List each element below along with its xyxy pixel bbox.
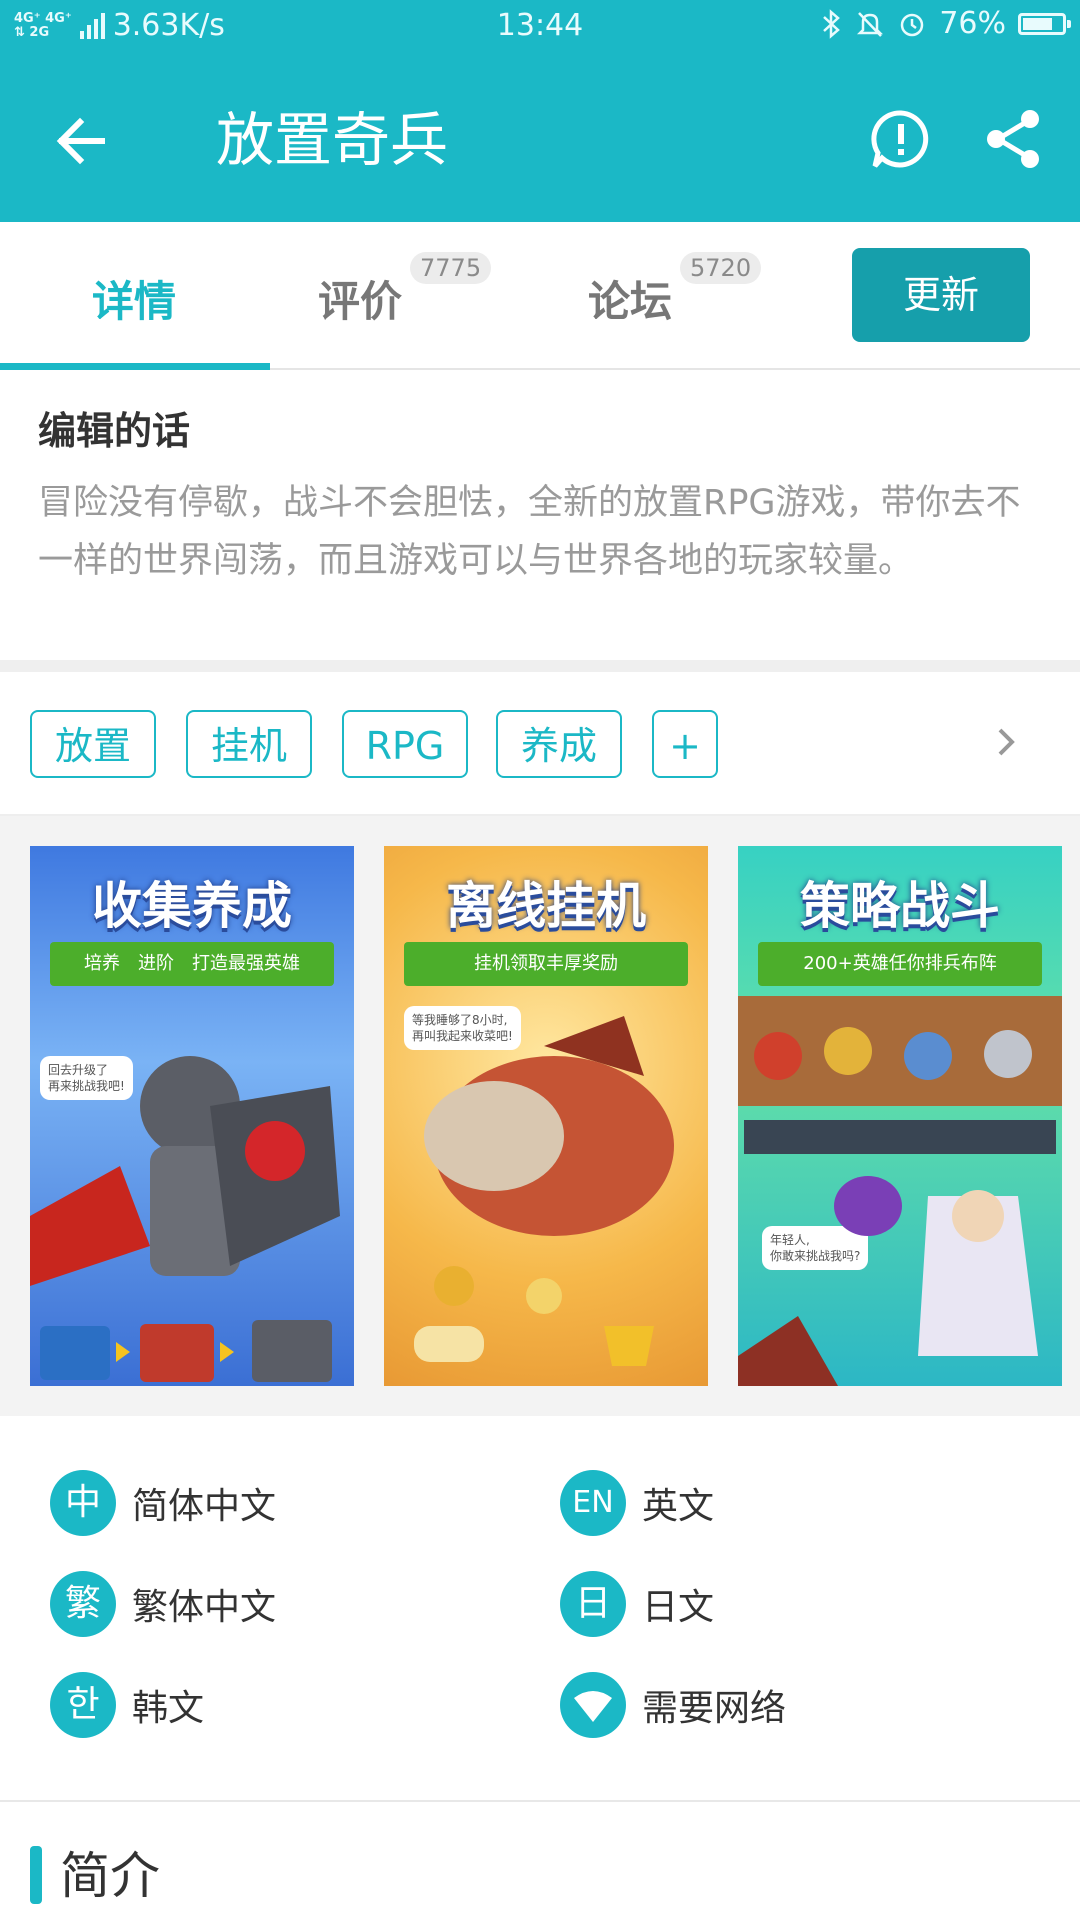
requires-network-label: 需要网络 xyxy=(642,1688,787,1729)
tab-reviews[interactable]: 评价7775 xyxy=(318,252,492,329)
report-icon xyxy=(871,110,929,168)
tab-reviews-label: 评价 xyxy=(318,277,403,326)
section-divider xyxy=(0,660,1080,672)
chevron-right-icon xyxy=(998,728,1015,756)
screenshot-2-subtitle: 挂机领取丰厚奖励 xyxy=(404,942,688,986)
dragon-illustration xyxy=(414,1016,674,1366)
lang-korean-icon: 한 xyxy=(50,1672,116,1738)
alarm-icon xyxy=(901,13,924,36)
app-toolbar: 放置奇兵 xyxy=(0,56,1080,222)
lang-simplified-chinese: 中 简体中文 xyxy=(50,1468,276,1538)
forum-count-badge: 5720 xyxy=(680,252,762,284)
lang-japanese-label: 日文 xyxy=(642,1587,715,1628)
screenshot-1-caption: 收集养成 xyxy=(92,877,292,935)
screenshot-gallery: 收集养成 培养 进阶 打造最强英雄 回去升级了 再来挑战我吧! 离线挂机 挂机领… xyxy=(0,816,1080,1416)
tab-indicator xyxy=(0,363,270,370)
editor-text: 冒险没有停歇，战斗不会胆怯，全新的放置RPG游戏，带你去不一样的世界闯荡，而且游… xyxy=(38,483,1021,581)
editor-heading: 编辑的话 xyxy=(38,409,191,453)
wifi-icon xyxy=(560,1672,626,1738)
update-button[interactable]: 更新 xyxy=(852,248,1030,342)
lang-traditional-chinese: 繁 繁体中文 xyxy=(50,1569,276,1639)
share-button[interactable] xyxy=(978,104,1048,174)
lang-korean-label: 韩文 xyxy=(132,1688,205,1729)
lang-traditional-chinese-label: 繁体中文 xyxy=(132,1587,277,1628)
knight-hero-illustration xyxy=(30,1056,340,1382)
battle-heroes-illustration xyxy=(738,996,1062,1386)
tag-afk[interactable]: 挂机 xyxy=(186,710,312,778)
lang-korean: 한 韩文 xyxy=(50,1670,204,1740)
tab-details[interactable]: 详情 xyxy=(92,268,176,329)
screenshot-3[interactable]: 策略战斗 200+英雄任你排兵布阵 年轻人, 你敢来挑战我吗? xyxy=(738,846,1062,1386)
lang-english-label: 英文 xyxy=(642,1486,715,1527)
intro-section: 简介 xyxy=(0,1802,1080,1920)
screenshot-1-subtitle: 培养 进阶 打造最强英雄 xyxy=(50,942,334,986)
lang-english-icon: EN xyxy=(560,1470,626,1536)
lang-japanese-icon: 日 xyxy=(560,1571,626,1637)
lang-japanese: 日 日文 xyxy=(560,1569,714,1639)
screenshot-3-subtitle: 200+英雄任你排兵布阵 xyxy=(758,942,1042,986)
language-support: 中 简体中文 EN 英文 繁 繁体中文 日 日文 한 韩文 需要网络 xyxy=(0,1416,1080,1802)
page-title: 放置奇兵 xyxy=(216,106,449,174)
screenshot-3-caption: 策略战斗 xyxy=(800,877,1000,935)
lang-simplified-chinese-label: 简体中文 xyxy=(132,1486,277,1527)
tab-bar: 详情 评价7775 论坛5720 更新 xyxy=(0,222,1080,370)
requires-network: 需要网络 xyxy=(560,1670,786,1740)
status-bar: 4G⁺ 4G⁺ ⇅ 2G 3.63K/s 13:44 76% xyxy=(0,0,1080,56)
editor-section: 编辑的话 冒险没有停歇，战斗不会胆怯，全新的放置RPG游戏，带你去不一样的世界闯… xyxy=(0,370,1080,660)
tab-forum[interactable]: 论坛5720 xyxy=(588,252,762,329)
lang-simplified-chinese-icon: 中 xyxy=(50,1470,116,1536)
bluetooth-icon xyxy=(823,8,841,39)
lang-traditional-chinese-icon: 繁 xyxy=(50,1571,116,1637)
back-button[interactable] xyxy=(50,106,120,176)
screenshot-2-caption: 离线挂机 xyxy=(446,877,646,935)
tag-rpg[interactable]: RPG xyxy=(342,710,468,778)
tags-more-button[interactable] xyxy=(986,722,1026,762)
back-arrow-icon xyxy=(56,117,105,165)
section-marker xyxy=(30,1846,42,1904)
tab-forum-label: 论坛 xyxy=(588,277,673,326)
mute-bell-icon xyxy=(857,11,884,37)
tag-idle[interactable]: 放置 xyxy=(30,710,156,778)
intro-heading: 简介 xyxy=(60,1847,160,1905)
battery-icon xyxy=(1018,12,1071,35)
screenshot-2[interactable]: 离线挂机 挂机领取丰厚奖励 等我睡够了8小时, 再叫我起来收菜吧! xyxy=(384,846,708,1386)
status-right: 76% xyxy=(821,6,1071,41)
battery-percent: 76% xyxy=(939,6,1006,41)
tag-training[interactable]: 养成 xyxy=(496,710,622,778)
share-icon xyxy=(987,110,1039,168)
reviews-count-badge: 7775 xyxy=(410,252,492,284)
lang-english: EN 英文 xyxy=(560,1468,714,1538)
tag-row: 放置 挂机 RPG 养成 + xyxy=(0,672,1080,816)
report-button[interactable] xyxy=(866,104,936,174)
battery-level-fill xyxy=(1023,17,1052,30)
screenshot-1[interactable]: 收集养成 培养 进阶 打造最强英雄 回去升级了 再来挑战我吧! xyxy=(30,846,354,1386)
add-tag-button[interactable]: + xyxy=(652,710,718,778)
tab-details-label: 详情 xyxy=(92,277,177,326)
